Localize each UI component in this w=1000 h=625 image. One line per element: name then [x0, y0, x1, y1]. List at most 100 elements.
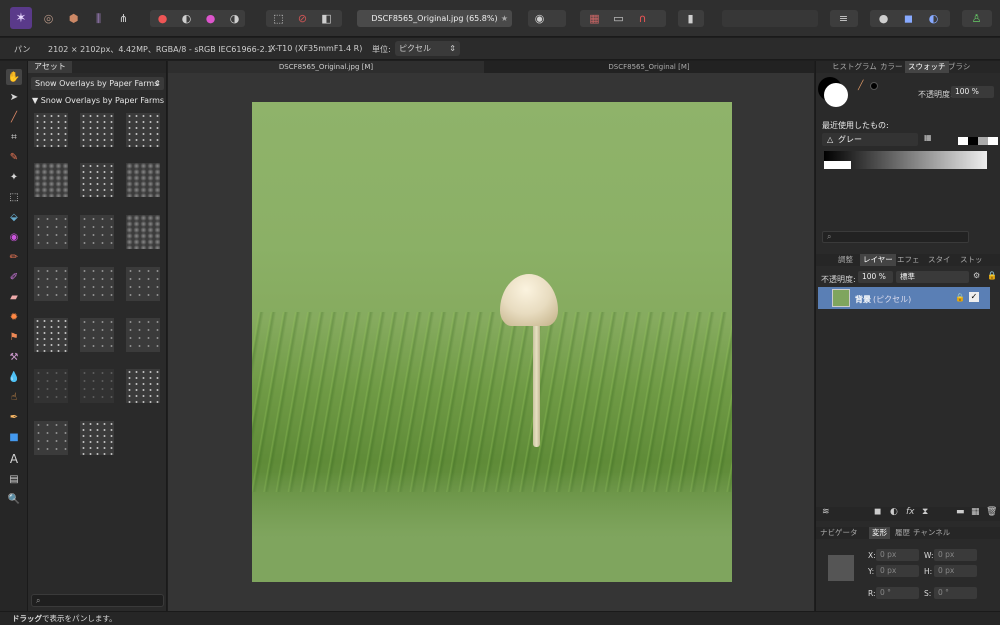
contrast-icon[interactable]: ◐	[178, 10, 195, 27]
pen-tool-icon[interactable]: ✒	[6, 409, 22, 425]
asset-thumb[interactable]	[34, 267, 68, 301]
assistant-icon[interactable]: ◼	[900, 10, 917, 27]
fill-stroke-well[interactable]	[824, 83, 848, 107]
shape-tool-icon[interactable]: ■	[6, 429, 22, 445]
asset-thumb[interactable]	[80, 163, 114, 197]
liquify-persona-icon[interactable]: ⬢	[65, 10, 82, 27]
r-field[interactable]: 0 °	[876, 587, 919, 599]
hue-icon[interactable]: ●	[202, 10, 219, 27]
move-tool-icon[interactable]: ➤	[6, 89, 22, 105]
anchor-selector[interactable]	[828, 555, 854, 581]
unit-select[interactable]: ピクセル ⇕	[395, 41, 460, 56]
share-icon[interactable]: ⋔	[115, 10, 132, 27]
paint-brush-icon[interactable]: ✏	[6, 249, 22, 265]
layer-row-background[interactable]: 背景 (ピクセル) 🔒 ✓	[818, 287, 990, 309]
tab-histogram[interactable]: ヒストグラム	[832, 61, 877, 73]
marquee-icon[interactable]: ⬚	[270, 10, 287, 27]
asset-thumb[interactable]	[34, 421, 68, 455]
develop-persona-icon[interactable]: ⫼	[90, 10, 107, 27]
asset-thumb[interactable]	[80, 113, 114, 147]
color-replace-icon[interactable]: ✐	[6, 269, 22, 285]
tab-swatches[interactable]: スウォッチ	[905, 61, 949, 73]
tab-brushes[interactable]: ブラシ	[948, 61, 970, 73]
swatch-whites[interactable]	[824, 161, 851, 169]
layers-stack-icon[interactable]: ≋	[822, 507, 830, 517]
layer-visibility-checkbox[interactable]: ✓	[969, 292, 979, 302]
tab-channels[interactable]: チャンネル	[913, 527, 950, 539]
dodge-icon[interactable]: ✹	[6, 309, 22, 325]
snap-toggle-icon[interactable]: ▭	[610, 10, 627, 27]
smudge-icon[interactable]: ☝	[6, 389, 22, 405]
gradient-icon[interactable]: ◉	[6, 229, 22, 245]
asset-thumb[interactable]	[80, 318, 114, 352]
new-layer-icon[interactable]: ▦	[971, 507, 980, 517]
grid-icon[interactable]: ▦	[586, 10, 603, 27]
erase-brush-icon[interactable]: ▰	[6, 289, 22, 305]
asset-thumb[interactable]	[126, 267, 160, 301]
crop-tool-icon[interactable]: ⌗	[6, 129, 22, 145]
zoom-tool-icon[interactable]: 🔍	[6, 491, 22, 507]
chat-icon[interactable]: ●	[875, 10, 892, 27]
tab-effects[interactable]: エフェ	[897, 254, 920, 266]
asset-thumb[interactable]	[80, 267, 114, 301]
invert-selection-icon[interactable]: ◧	[318, 10, 335, 27]
blend-mode-select[interactable]: 標準	[896, 271, 969, 283]
asset-thumb[interactable]	[80, 421, 114, 455]
studio-icon[interactable]: ◐	[925, 10, 942, 27]
favorite-star-icon[interactable]: ★	[501, 14, 508, 23]
adjustment-layer-icon[interactable]: ◐	[890, 507, 898, 517]
palette-grid-icon[interactable]: ▦	[924, 133, 932, 142]
text-tool-icon[interactable]: A	[6, 451, 22, 467]
white-balance-icon[interactable]: ◑	[226, 10, 243, 27]
assets-category-select[interactable]: Snow Overlays by Paper Farms ⇕	[31, 77, 164, 90]
color-wheel-icon[interactable]: ●	[154, 10, 171, 27]
mask-layer-icon[interactable]: ◼	[874, 507, 881, 517]
flood-fill-icon[interactable]: ⬙	[6, 209, 22, 225]
tab-navigator[interactable]: ナビゲータ	[820, 527, 858, 539]
selection-brush-icon[interactable]: ✎	[6, 149, 22, 165]
asset-thumb[interactable]	[80, 369, 114, 403]
hand-tool-icon[interactable]: ✋	[6, 69, 22, 85]
asset-thumb[interactable]	[126, 163, 160, 197]
asset-thumb[interactable]	[34, 318, 68, 352]
layer-lock-icon[interactable]: 🔒	[987, 271, 997, 280]
asset-thumb[interactable]	[34, 215, 68, 249]
tab-adjustments[interactable]: 調整	[838, 254, 853, 266]
flood-select-icon[interactable]: ✦	[6, 169, 22, 185]
tab-styles[interactable]: スタイ	[928, 254, 951, 266]
asset-thumb[interactable]	[34, 369, 68, 403]
swatch-search-input[interactable]: ⌕	[822, 231, 969, 243]
s-field[interactable]: 0 °	[934, 587, 977, 599]
asset-thumb[interactable]	[80, 215, 114, 249]
trash-icon[interactable]: 🗑	[986, 507, 997, 517]
tab-transform[interactable]: 変形	[869, 527, 890, 539]
marquee-tool-icon[interactable]: ⬚	[6, 189, 22, 205]
assets-search-input[interactable]: ⌕	[31, 594, 164, 607]
eyedropper-icon[interactable]: ╱	[858, 81, 863, 91]
document-title[interactable]: DSCF8565_Original.jpg (65.8%) ★	[357, 10, 512, 27]
tab-stock[interactable]: ストッ	[960, 254, 983, 266]
tab-history[interactable]: 履歴	[895, 527, 910, 539]
inpainting-icon[interactable]: ⚒	[6, 349, 22, 365]
color-swatch-black[interactable]	[870, 82, 878, 90]
asset-thumb[interactable]	[126, 318, 160, 352]
palette-select[interactable]: △ グレー	[822, 133, 918, 146]
color-picker-icon[interactable]: ╱	[6, 109, 22, 125]
h-field[interactable]: 0 px	[934, 565, 977, 577]
deselect-icon[interactable]: ⊘	[294, 10, 311, 27]
asset-thumb[interactable]	[126, 113, 160, 147]
canvas-area[interactable]	[168, 73, 814, 611]
opacity-field[interactable]: 100 %	[951, 86, 994, 98]
magnet-icon[interactable]: ∩	[634, 10, 651, 27]
assets-subcategory[interactable]: ▼ Snow Overlays by Paper Farms	[32, 94, 165, 107]
x-field[interactable]: 0 px	[876, 549, 919, 561]
clone-icon[interactable]: ⚑	[6, 329, 22, 345]
layer-opacity-field[interactable]: 100 %	[858, 271, 893, 283]
tab-color[interactable]: カラー	[880, 61, 903, 73]
assets-tab[interactable]: アセット	[28, 61, 72, 73]
folder-icon[interactable]: ▬	[956, 507, 965, 517]
photo-document[interactable]	[252, 102, 732, 582]
asset-thumb[interactable]	[126, 369, 160, 403]
asset-thumb[interactable]	[126, 215, 160, 249]
blur-icon[interactable]: 💧	[6, 369, 22, 385]
